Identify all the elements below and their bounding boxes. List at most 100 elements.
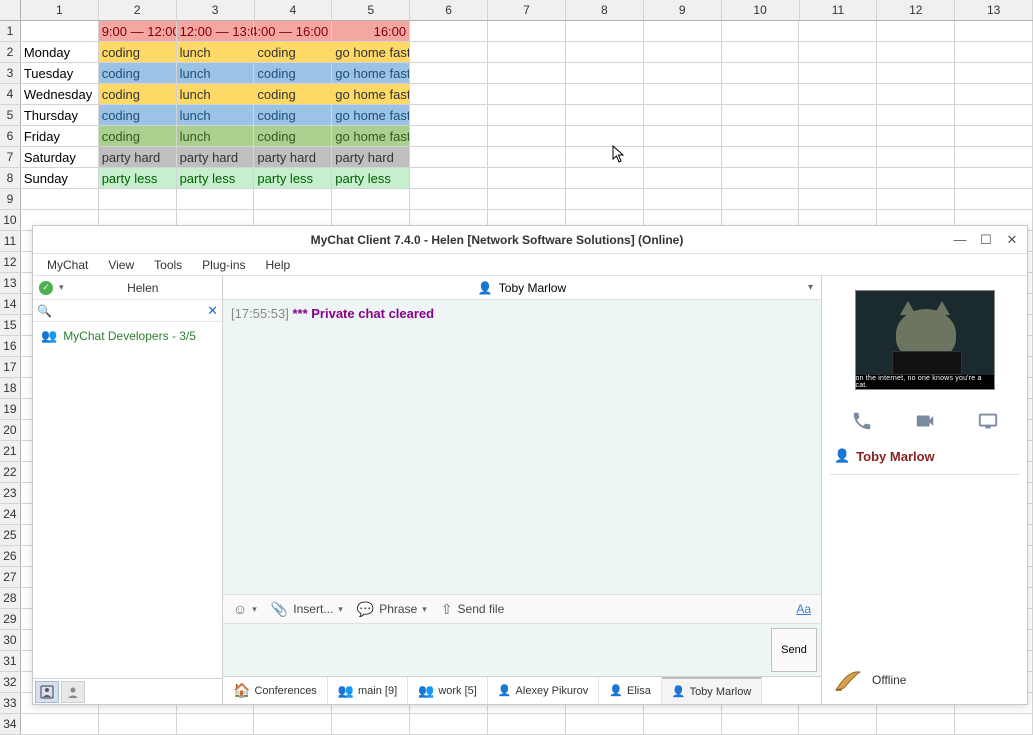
cell[interactable] bbox=[410, 168, 488, 188]
cell[interactable] bbox=[332, 714, 410, 734]
cell[interactable] bbox=[21, 21, 99, 41]
cell[interactable] bbox=[877, 21, 955, 41]
cell[interactable] bbox=[488, 147, 566, 167]
cell[interactable] bbox=[877, 126, 955, 146]
cell[interactable] bbox=[722, 126, 800, 146]
cell[interactable] bbox=[799, 105, 877, 125]
cell[interactable] bbox=[410, 147, 488, 167]
cell[interactable] bbox=[955, 21, 1033, 41]
cell[interactable] bbox=[799, 84, 877, 104]
row-header[interactable]: 3 bbox=[0, 63, 21, 83]
row-header[interactable]: 26 bbox=[0, 546, 21, 566]
cell[interactable]: go home fast! bbox=[332, 42, 410, 62]
row-header[interactable]: 14 bbox=[0, 294, 21, 314]
cell[interactable]: Sunday bbox=[21, 168, 99, 188]
cell[interactable] bbox=[955, 84, 1033, 104]
cell[interactable]: coding bbox=[254, 105, 332, 125]
cell[interactable] bbox=[410, 714, 488, 734]
cell[interactable] bbox=[955, 126, 1033, 146]
row-header[interactable]: 23 bbox=[0, 483, 21, 503]
row-header[interactable]: 25 bbox=[0, 525, 21, 545]
cell[interactable] bbox=[410, 21, 488, 41]
tab-toby[interactable]: 👤Toby Marlow bbox=[662, 677, 762, 704]
row-header[interactable]: 24 bbox=[0, 504, 21, 524]
cell[interactable] bbox=[254, 714, 332, 734]
column-header[interactable]: 1 bbox=[21, 0, 99, 20]
cell[interactable] bbox=[877, 147, 955, 167]
clear-search-button[interactable]: ✕ bbox=[207, 303, 218, 319]
row-header[interactable]: 19 bbox=[0, 399, 21, 419]
cell[interactable] bbox=[566, 42, 644, 62]
cell[interactable] bbox=[955, 189, 1033, 209]
cell[interactable] bbox=[410, 105, 488, 125]
chat-messages[interactable]: [17:55:53] *** Private chat cleared bbox=[223, 300, 821, 594]
row-header[interactable]: 8 bbox=[0, 168, 21, 188]
cell[interactable] bbox=[488, 63, 566, 83]
column-header[interactable]: 9 bbox=[644, 0, 722, 20]
cell[interactable] bbox=[410, 126, 488, 146]
cell[interactable]: Monday bbox=[21, 42, 99, 62]
phrase-button[interactable]: 💬Phrase▾ bbox=[357, 601, 427, 618]
cell[interactable] bbox=[566, 84, 644, 104]
cell[interactable]: party less bbox=[99, 168, 177, 188]
row-header[interactable]: 13 bbox=[0, 273, 21, 293]
cell[interactable] bbox=[177, 714, 255, 734]
cell[interactable]: go home fast! bbox=[332, 105, 410, 125]
screenshare-button[interactable] bbox=[977, 410, 999, 432]
chat-header-dropdown-icon[interactable]: ▾ bbox=[808, 282, 813, 293]
cell[interactable]: coding bbox=[99, 84, 177, 104]
maximize-button[interactable]: ☐ bbox=[979, 232, 993, 248]
row-header[interactable]: 20 bbox=[0, 420, 21, 440]
sendfile-button[interactable]: ⇧Send file bbox=[441, 601, 504, 618]
cell[interactable]: lunch bbox=[177, 105, 255, 125]
row-header[interactable]: 2 bbox=[0, 42, 21, 62]
cell[interactable] bbox=[410, 63, 488, 83]
cell[interactable] bbox=[955, 147, 1033, 167]
cell[interactable] bbox=[877, 42, 955, 62]
menu-view[interactable]: View bbox=[100, 256, 142, 274]
cell[interactable] bbox=[799, 42, 877, 62]
cell[interactable] bbox=[99, 189, 177, 209]
cell[interactable]: 9:00 — 12:00 bbox=[99, 21, 177, 41]
cell[interactable] bbox=[722, 168, 800, 188]
tab-main[interactable]: 👥main [9] bbox=[328, 677, 408, 704]
cell[interactable]: party hard bbox=[332, 147, 410, 167]
search-input[interactable] bbox=[55, 305, 203, 317]
cell[interactable] bbox=[488, 714, 566, 734]
cell[interactable] bbox=[877, 84, 955, 104]
cell[interactable]: go home fast! bbox=[332, 63, 410, 83]
cell[interactable]: coding bbox=[99, 42, 177, 62]
cell[interactable]: coding bbox=[254, 84, 332, 104]
cell[interactable]: lunch bbox=[177, 42, 255, 62]
insert-button[interactable]: 📎Insert...▾ bbox=[271, 601, 343, 618]
cell[interactable] bbox=[99, 714, 177, 734]
column-header[interactable]: 7 bbox=[488, 0, 566, 20]
cell[interactable]: Tuesday bbox=[21, 63, 99, 83]
cell[interactable] bbox=[566, 168, 644, 188]
cell[interactable] bbox=[566, 63, 644, 83]
tab-conferences[interactable]: 🏠Conferences bbox=[223, 677, 328, 704]
row-header[interactable]: 16 bbox=[0, 336, 21, 356]
cell[interactable]: 14:00 — 16:00 bbox=[254, 21, 332, 41]
cell[interactable] bbox=[332, 189, 410, 209]
format-button[interactable]: Aa bbox=[796, 602, 811, 616]
cell[interactable] bbox=[722, 84, 800, 104]
close-button[interactable]: ✕ bbox=[1005, 232, 1019, 248]
send-button[interactable]: Send bbox=[771, 628, 817, 672]
cell[interactable] bbox=[799, 21, 877, 41]
cell[interactable] bbox=[254, 189, 332, 209]
row-header[interactable]: 10 bbox=[0, 210, 21, 230]
channel-item[interactable]: 👥 MyChat Developers - 3/5 bbox=[37, 326, 218, 346]
row-header[interactable]: 11 bbox=[0, 231, 21, 251]
cell[interactable] bbox=[21, 189, 99, 209]
cell[interactable] bbox=[488, 105, 566, 125]
cell[interactable]: party less bbox=[254, 168, 332, 188]
cell[interactable]: lunch bbox=[177, 126, 255, 146]
chat-header[interactable]: 👤 Toby Marlow ▾ bbox=[223, 276, 821, 300]
cell[interactable] bbox=[722, 147, 800, 167]
cell[interactable] bbox=[955, 168, 1033, 188]
cell[interactable] bbox=[644, 147, 722, 167]
cell[interactable] bbox=[644, 105, 722, 125]
row-header[interactable]: 32 bbox=[0, 672, 21, 692]
cell[interactable]: go home faster! bbox=[332, 126, 410, 146]
